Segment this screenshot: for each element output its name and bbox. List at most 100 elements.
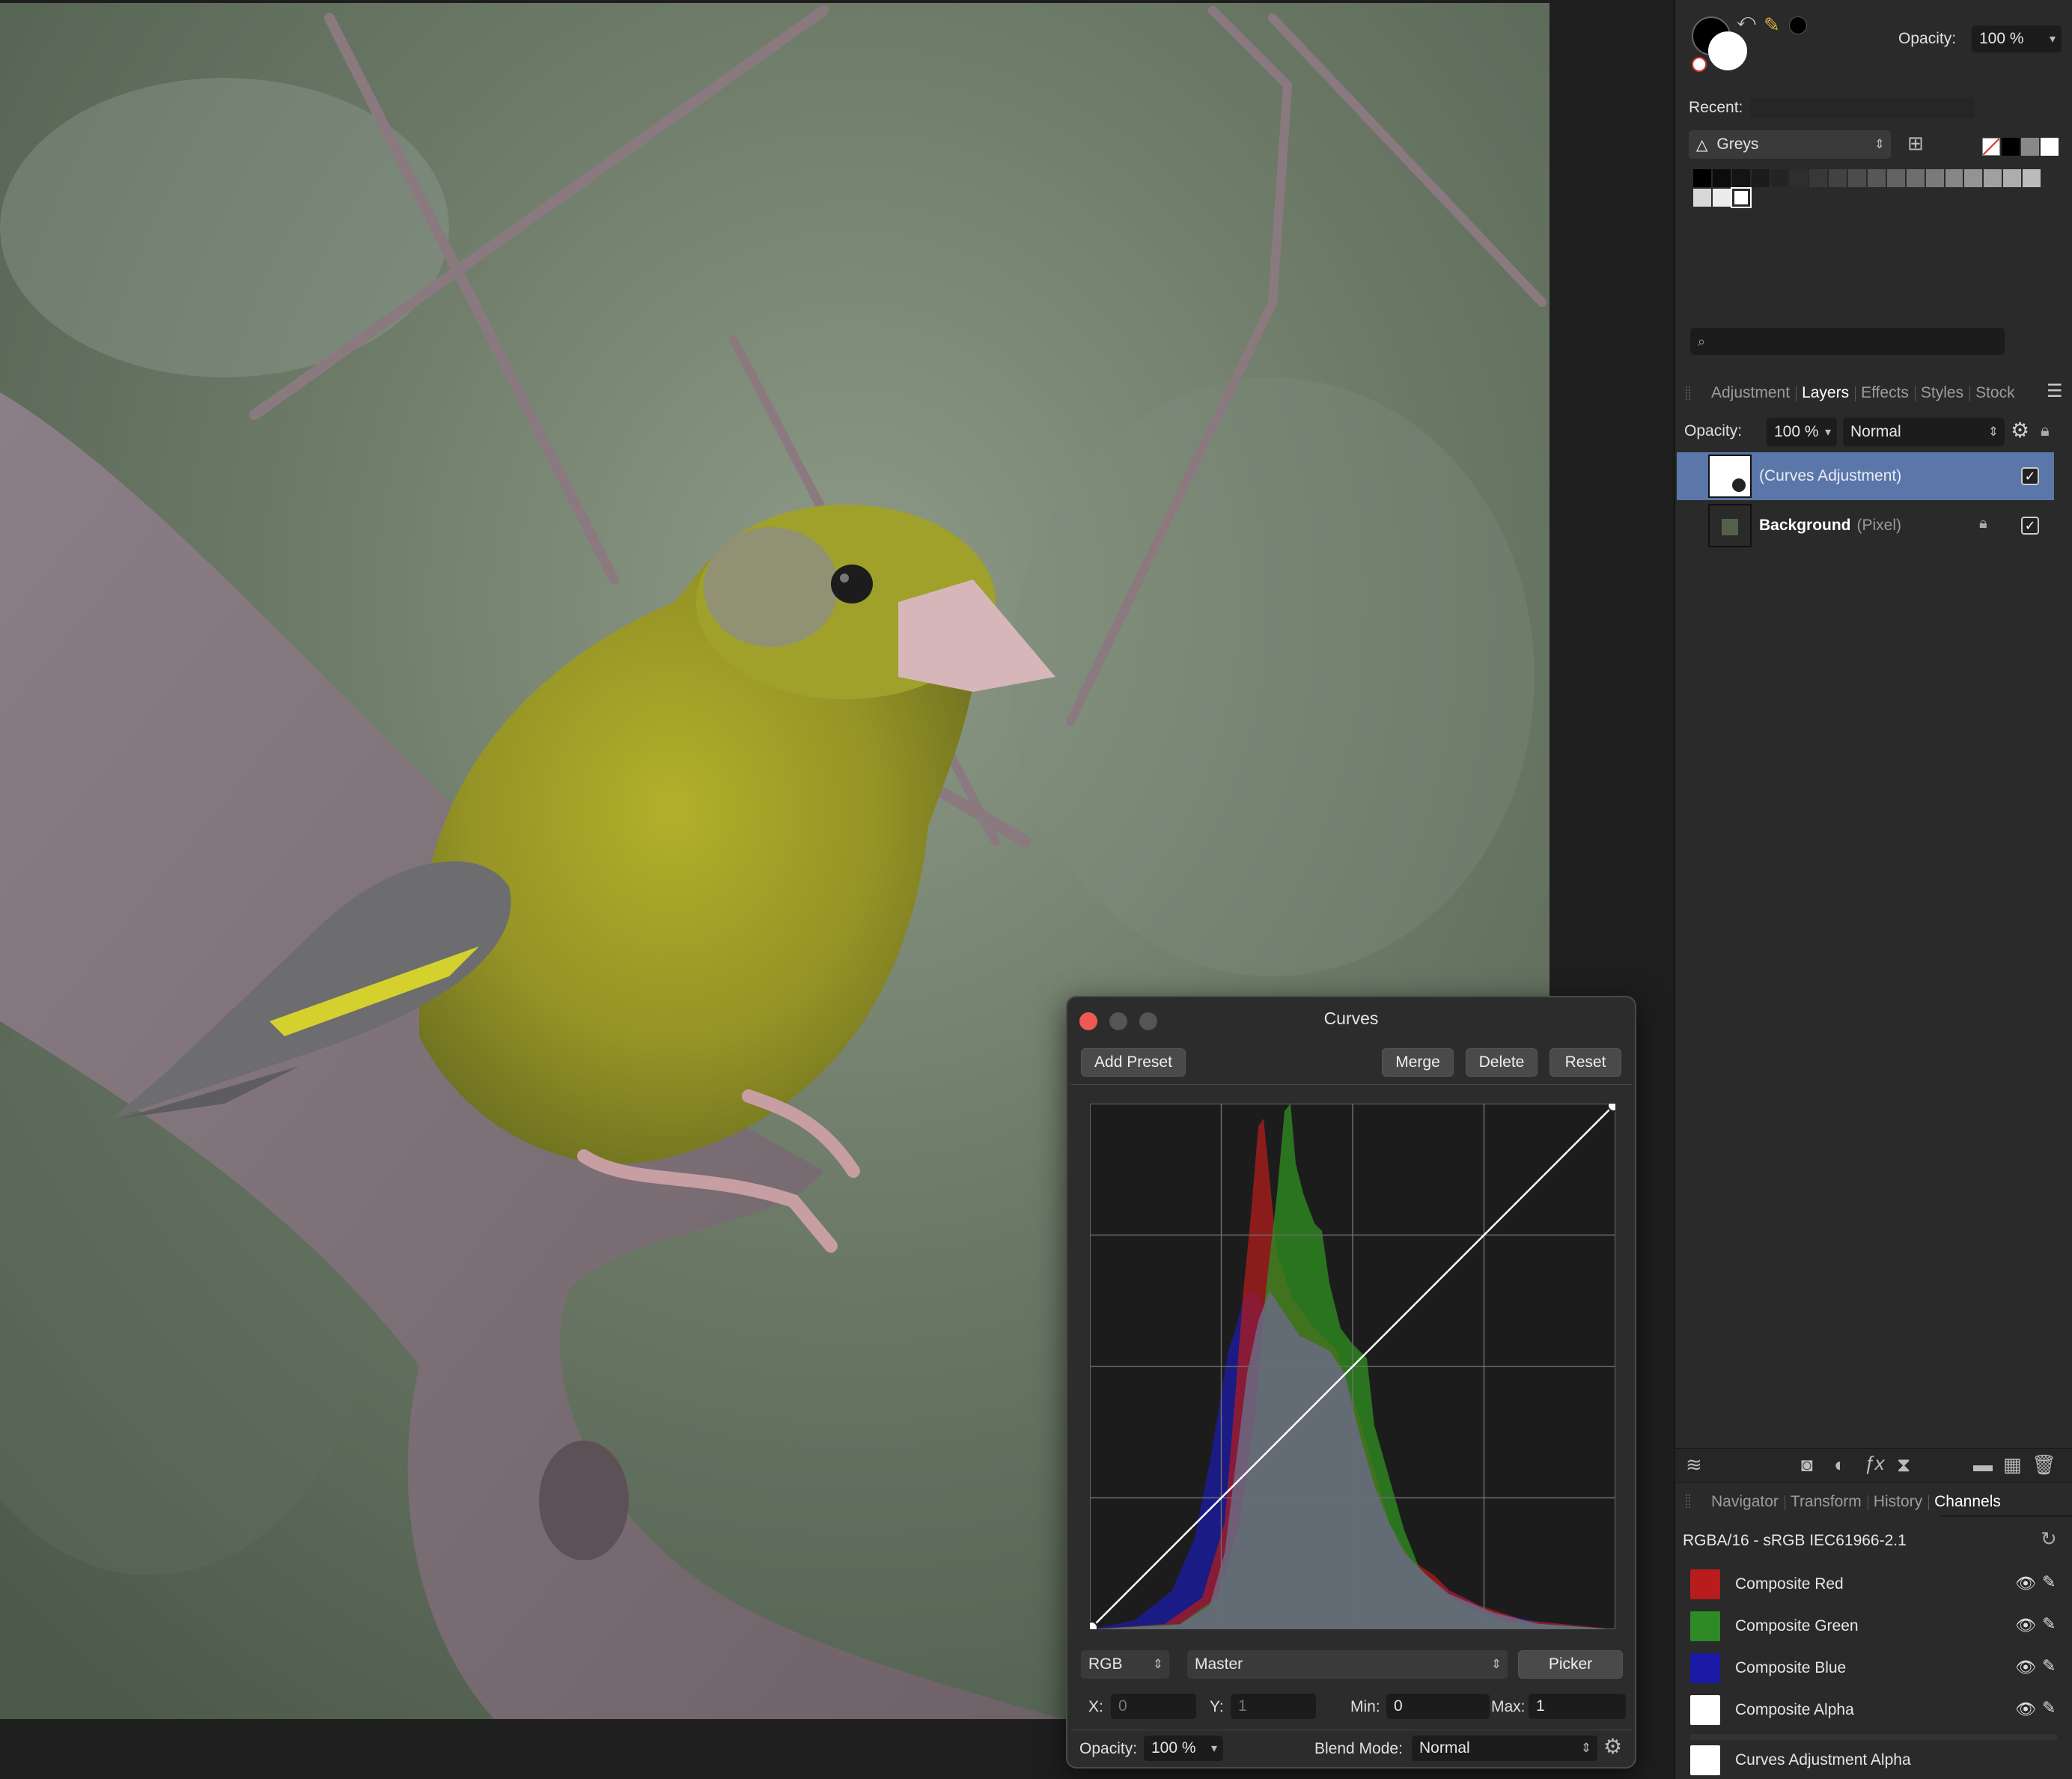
layer-lock-icon[interactable]: 🔒︎	[1979, 515, 1987, 532]
y-value: 1	[1238, 1697, 1247, 1715]
close-button[interactable]	[1079, 1012, 1097, 1030]
fx-icon[interactable]: ƒx	[1864, 1452, 1884, 1475]
channel-value: Master	[1195, 1655, 1243, 1673]
min-input[interactable]: 0	[1386, 1694, 1490, 1719]
delete-button[interactable]: Delete	[1466, 1048, 1538, 1077]
curve-area-frame	[1070, 1084, 1632, 1085]
black-swatch[interactable]	[2002, 138, 2020, 156]
channels-tab-underline	[1940, 1515, 2072, 1517]
y-label: Y:	[1210, 1698, 1224, 1715]
max-input[interactable]: 1	[1529, 1694, 1626, 1719]
picked-color-swatch[interactable]	[1789, 16, 1807, 34]
color-opacity-field[interactable]: 100 %	[1972, 25, 2062, 52]
alpha-channel-thumbnail	[1690, 1695, 1720, 1725]
gear-icon[interactable]: ⚙	[2011, 418, 2029, 443]
trash-icon[interactable]: 🗑︎	[2032, 1453, 2056, 1477]
settings-gear-icon[interactable]: ⚙	[1603, 1734, 1622, 1759]
channels-divider	[1690, 1734, 2057, 1740]
no-fill-icon[interactable]	[1692, 57, 1707, 72]
layer-blend-mode-select[interactable]: Normal	[1843, 418, 2005, 446]
picker-button[interactable]: Picker	[1518, 1650, 1623, 1679]
channel-name: Composite Green	[1735, 1617, 1859, 1634]
blue-channel-thumbnail	[1690, 1653, 1720, 1683]
channel-name: Composite Red	[1735, 1575, 1844, 1593]
adjustment-layer-icon[interactable]: ◐	[1834, 1453, 1846, 1477]
tab-layers[interactable]: Layers	[1796, 384, 1855, 402]
reset-button[interactable]: Reset	[1550, 1048, 1621, 1077]
tab-transform[interactable]: Transform	[1784, 1493, 1868, 1511]
tab-styles[interactable]: Styles	[1914, 384, 1969, 402]
mask-icon[interactable]: ◙	[1801, 1453, 1813, 1477]
recent-label: Recent:	[1689, 99, 1743, 116]
eye-icon[interactable]: 👁︎	[2015, 1616, 2036, 1635]
palette-options-icon[interactable]: ⊞	[1907, 132, 1924, 155]
grey-palette-grid[interactable]	[1693, 169, 2041, 208]
channel-row-green[interactable]: Composite Green 👁︎ ✎	[1690, 1605, 2057, 1647]
tab-channels[interactable]: Channels	[1928, 1493, 2007, 1511]
merge-button[interactable]: Merge	[1382, 1048, 1454, 1077]
curves-graph[interactable]	[1090, 1104, 1615, 1629]
search-icon: ⌕	[1698, 333, 1706, 349]
layer-visibility-checkbox[interactable]: ✓	[2021, 517, 2039, 535]
pencil-icon[interactable]: ✎	[2042, 1656, 2056, 1676]
min-value: 0	[1394, 1697, 1403, 1715]
layer-row-curves[interactable]: (Curves Adjustment) ✓	[1677, 452, 2054, 500]
color-picker-icon[interactable]: ✎	[1764, 13, 1780, 37]
channel-name: Curves Adjustment Alpha	[1735, 1751, 1911, 1769]
layer-row-background[interactable]: Background (Pixel) 🔒︎ ✓	[1677, 502, 2054, 550]
fill-color-circle[interactable]	[1708, 31, 1747, 70]
minimize-button[interactable]	[1109, 1012, 1127, 1030]
eye-icon[interactable]: 👁︎	[2015, 1658, 2036, 1677]
tab-adjustment[interactable]: Adjustment	[1705, 384, 1796, 402]
layer-opacity-field[interactable]: 100 %	[1767, 418, 1837, 446]
channel-name: Composite Alpha	[1735, 1701, 1854, 1718]
tab-stock[interactable]: Stock	[1969, 384, 2021, 402]
add-preset-button[interactable]: Add Preset	[1081, 1048, 1186, 1077]
min-label: Min:	[1350, 1698, 1380, 1715]
panel-menu-icon[interactable]: ☰	[2047, 380, 2063, 402]
x-input[interactable]: 0	[1111, 1694, 1196, 1719]
layers-toolbar: ≋ ◙ ◐ ƒx ⧗ ▬ ▦ 🗑︎	[1675, 1448, 2072, 1482]
adjustment-icon	[1731, 477, 1747, 493]
white-swatch[interactable]	[2041, 138, 2059, 156]
layer-opacity-value: 100 %	[1774, 423, 1819, 440]
channel-row-red[interactable]: Composite Red 👁︎ ✎	[1690, 1563, 2057, 1605]
lock-icon[interactable]: 🔒︎	[2041, 421, 2050, 440]
opacity-field[interactable]: 100 %	[1144, 1736, 1223, 1761]
pencil-icon[interactable]: ✎	[2042, 1698, 2056, 1718]
layer-type-background: (Pixel)	[1856, 517, 1902, 534]
blend-mode-select[interactable]: Normal	[1412, 1736, 1597, 1761]
eye-icon[interactable]: 👁︎	[2015, 1574, 2036, 1593]
recent-swatches	[1750, 97, 1975, 118]
pencil-icon[interactable]: ✎	[2042, 1614, 2056, 1634]
x-label: X:	[1088, 1698, 1103, 1715]
eye-icon[interactable]: 👁︎	[2015, 1700, 2036, 1719]
tab-effects[interactable]: Effects	[1855, 384, 1915, 402]
tab-navigator[interactable]: Navigator	[1705, 1493, 1785, 1511]
layers-stack-icon[interactable]: ≋	[1686, 1453, 1702, 1477]
channel-row-blue[interactable]: Composite Blue 👁︎ ✎	[1690, 1647, 2057, 1689]
add-pixel-layer-icon[interactable]: ▦	[2003, 1453, 2022, 1477]
channel-select[interactable]: Master	[1187, 1650, 1508, 1679]
none-swatch[interactable]	[1982, 138, 2000, 156]
palette-name: Greys	[1716, 136, 1759, 153]
group-folder-icon[interactable]: ▬	[1973, 1453, 1993, 1477]
palette-select[interactable]: △ Greys	[1689, 130, 1891, 159]
channel-row-curves-alpha[interactable]: Curves Adjustment Alpha	[1690, 1742, 2057, 1779]
tab-history[interactable]: History	[1867, 1493, 1928, 1511]
color-opacity-label: Opacity:	[1898, 30, 1957, 47]
layer-visibility-checkbox[interactable]: ✓	[2021, 467, 2039, 485]
palette-icon: △	[1696, 136, 1708, 153]
pencil-icon[interactable]: ✎	[2042, 1572, 2056, 1592]
layer-name-background: Background	[1759, 517, 1851, 534]
background-layer-thumbnail	[1708, 504, 1752, 547]
zoom-button[interactable]	[1139, 1012, 1157, 1030]
live-filter-icon[interactable]: ⧗	[1897, 1453, 1910, 1477]
swap-colors-icon[interactable]: ⤺	[1737, 10, 1756, 31]
y-input[interactable]: 1	[1231, 1694, 1316, 1719]
swatch-search-field[interactable]: ⌕	[1690, 328, 2005, 355]
color-space-select[interactable]: RGB	[1081, 1650, 1169, 1679]
reset-channels-icon[interactable]: ↻	[2041, 1527, 2057, 1551]
grey-swatch[interactable]	[2021, 138, 2039, 156]
channel-row-alpha[interactable]: Composite Alpha 👁︎ ✎	[1690, 1689, 2057, 1731]
